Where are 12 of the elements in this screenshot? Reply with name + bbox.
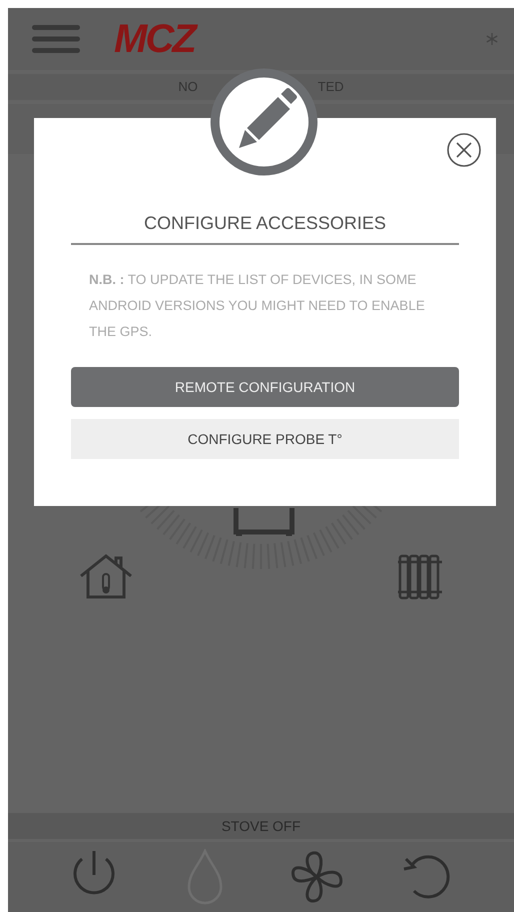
radiator-icon xyxy=(398,554,442,600)
brand-logo: MCZ xyxy=(114,19,198,59)
close-icon[interactable] xyxy=(446,132,482,168)
dialog-title: CONFIGURE ACCESSORIES xyxy=(71,210,459,245)
dialog-button[interactable]: CONFIGURE PROBE T° xyxy=(71,419,459,459)
stove-icon xyxy=(233,508,295,536)
house-thermometer-icon xyxy=(80,554,132,599)
fan-icon[interactable] xyxy=(288,849,345,905)
snowflake-icon xyxy=(486,33,498,45)
note-text: N.B. : TO UPDATE THE LIST OF DEVICES, IN SOME ANDROID VERSIONS YOU MIGHT NEED TO ENABLE THE GPS. xyxy=(88,271,426,341)
dialog-button[interactable]: REMOTE CONFIGURATION xyxy=(71,367,459,407)
menu-icon[interactable] xyxy=(32,24,80,54)
